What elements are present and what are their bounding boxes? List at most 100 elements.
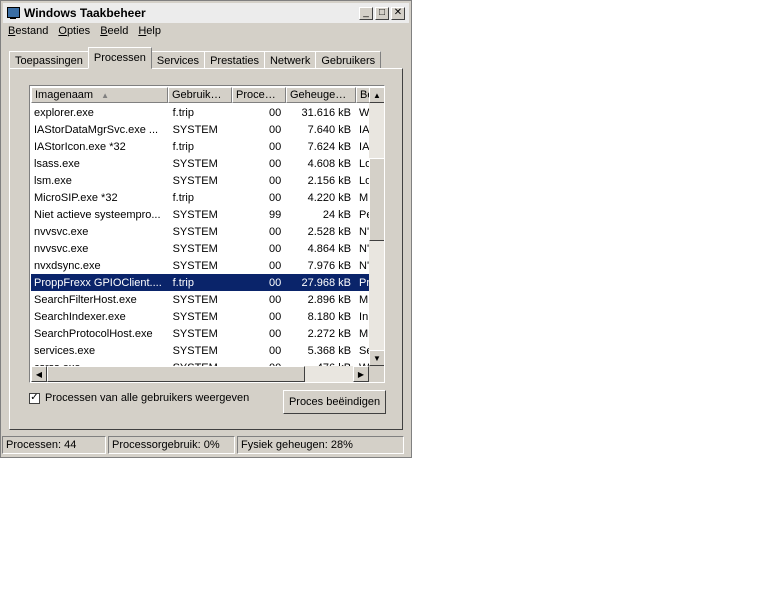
cell-description: IA [359, 123, 369, 136]
cell-cpu: 00 [268, 157, 282, 170]
horizontal-scroll-thumb[interactable] [47, 366, 305, 382]
maximize-button[interactable]: □ [375, 6, 389, 20]
table-row[interactable]: IAStorDataMgrSvc.exe ... SYSTEM 00 7.640 kB… [31, 121, 369, 138]
cell-cpu: 00 [268, 242, 282, 255]
cell-description: Lo [359, 174, 369, 187]
show-all-users-checkbox[interactable]: ✓ [29, 392, 40, 404]
menu-bestand[interactable]: Bestand [3, 25, 53, 41]
window-title: Windows Taakbeheer [24, 6, 146, 20]
tab-gebruikers[interactable]: Gebruikers [315, 51, 382, 69]
column-header-beschrijving[interactable]: Be [356, 87, 370, 103]
cell-cpu: 00 [268, 310, 282, 323]
table-row[interactable]: IAStorIcon.exe *32 f.trip 00 7.624 kB IA [31, 138, 369, 155]
cell-memory: 4.220 kB [307, 191, 352, 204]
cell-user: SYSTEM [172, 327, 218, 340]
horizontal-scrollbar[interactable]: ◀ ▶ [31, 366, 369, 382]
table-row[interactable]: csrss.exeSYSTEM00476 kBW [31, 359, 369, 367]
scroll-left-button[interactable]: ◀ [31, 366, 47, 382]
cell-memory: 31.616 kB [301, 106, 352, 119]
cell-user: f.trip [172, 140, 194, 153]
cell-image-name: nvxdsync.exe [34, 259, 101, 272]
cell-image-name: IAStorIcon.exe *32 [34, 140, 126, 153]
table-row[interactable]: lsm.exe SYSTEM 00 2.156 kB Lo [31, 172, 369, 189]
cell-description: M [359, 293, 369, 306]
scrollbar-corner [369, 366, 384, 382]
close-button[interactable]: ✕ [391, 6, 405, 20]
cell-memory: 2.272 kB [307, 327, 352, 340]
process-list[interactable]: Imagenaam ▲ Gebruik… Proce… Geheuge… Be … [29, 85, 385, 383]
end-process-button[interactable]: Proces beëindigen [283, 390, 386, 414]
cell-image-name: Niet actieve systeempro... [34, 208, 161, 221]
cell-description: Pr [359, 276, 369, 289]
cell-description: M [359, 191, 369, 204]
cell-cpu: 00 [268, 191, 282, 204]
cell-description: N' [359, 259, 369, 272]
cell-user: SYSTEM [172, 293, 218, 306]
cell-user: SYSTEM [172, 123, 218, 136]
cell-memory: 7.976 kB [307, 259, 352, 272]
cell-memory: 27.968 kB [301, 276, 352, 289]
table-row[interactable]: MicroSIP.exe *32 f.trip 00 4.220 kB M [31, 189, 369, 206]
table-row[interactable]: ProppFrexx GPIOClient.... f.trip 00 27.968 … [31, 274, 369, 291]
cell-memory: 5.368 kB [307, 344, 352, 357]
cell-cpu: 00 [268, 344, 282, 357]
tab-toepassingen[interactable]: Toepassingen [9, 51, 89, 69]
menu-beeld[interactable]: Beeld [95, 25, 133, 41]
tab-services[interactable]: Services [150, 51, 206, 69]
table-row[interactable]: explorer.exe f.trip 00 31.616 kB W [31, 104, 369, 121]
column-header-geheugen[interactable]: Geheuge… [286, 87, 356, 103]
tab-prestaties[interactable]: Prestaties [204, 51, 265, 69]
cell-description: W [359, 106, 369, 119]
cell-memory: 7.640 kB [307, 123, 352, 136]
cell-user: SYSTEM [172, 310, 218, 323]
status-cpu-usage: Processorgebruik: 0% [108, 436, 235, 454]
title-bar[interactable]: Windows Taakbeheer _ □ ✕ [3, 3, 409, 23]
cell-description: In [359, 310, 369, 323]
menu-opties[interactable]: Opties [53, 25, 95, 41]
table-row[interactable]: SearchFilterHost.exe SYSTEM 00 2.896 kB M [31, 291, 369, 308]
cell-image-name: IAStorDataMgrSvc.exe ... [34, 123, 159, 136]
cell-image-name: lsass.exe [34, 157, 80, 170]
column-header-imagenaam[interactable]: Imagenaam ▲ [31, 87, 168, 103]
cell-image-name: MicroSIP.exe *32 [34, 191, 118, 204]
show-all-users-label: Processen van alle gebruikers weergeven [45, 392, 250, 404]
vertical-scroll-thumb[interactable] [369, 158, 384, 241]
table-row[interactable]: lsass.exe SYSTEM 00 4.608 kB Lo [31, 155, 369, 172]
cell-description: Pe [359, 208, 369, 221]
table-row[interactable]: nvvsvc.exe SYSTEM 00 4.864 kB N' [31, 240, 369, 257]
cell-memory: 2.156 kB [307, 174, 352, 187]
cell-description: N' [359, 225, 369, 238]
table-row[interactable]: nvvsvc.exe SYSTEM 00 2.528 kB N' [31, 223, 369, 240]
minimize-button[interactable]: _ [359, 6, 373, 20]
process-rows: explorer.exe f.trip 00 31.616 kB W IAStorData… [31, 104, 369, 366]
cell-image-name: nvvsvc.exe [34, 242, 89, 255]
table-row[interactable]: nvxdsync.exe SYSTEM 00 7.976 kB N' [31, 257, 369, 274]
cell-user: f.trip [172, 106, 194, 119]
cell-user: SYSTEM [172, 225, 218, 238]
column-headers: Imagenaam ▲ Gebruik… Proce… Geheuge… Be [31, 87, 370, 103]
table-row[interactable]: SearchIndexer.exe SYSTEM 00 8.180 kB In [31, 308, 369, 325]
column-header-gebruiker[interactable]: Gebruik… [168, 87, 232, 103]
scroll-up-button[interactable]: ▲ [369, 87, 384, 103]
cell-cpu: 00 [268, 174, 282, 187]
cell-image-name: ProppFrexx GPIOClient.... [34, 276, 162, 289]
cell-cpu: 00 [268, 140, 282, 153]
table-row[interactable]: services.exe SYSTEM 00 5.368 kB Se [31, 342, 369, 359]
sort-ascending-icon: ▲ [101, 90, 110, 100]
vertical-scrollbar[interactable]: ▲ ▼ [369, 87, 384, 366]
table-row[interactable]: SearchProtocolHost.exe SYSTEM 00 2.272 kB M [31, 325, 369, 342]
tab-strip: Toepassingen Processen Services Prestati… [9, 47, 382, 69]
column-header-processor[interactable]: Proce… [232, 87, 286, 103]
cell-image-name: SearchFilterHost.exe [34, 293, 137, 306]
cell-user: SYSTEM [172, 208, 218, 221]
cell-description: Lo [359, 157, 369, 170]
scroll-right-button[interactable]: ▶ [353, 366, 369, 382]
show-all-users-option[interactable]: ✓ Processen van alle gebruikers weergeve… [29, 392, 249, 404]
tab-processen[interactable]: Processen [87, 47, 152, 69]
menu-help[interactable]: Help [133, 25, 166, 41]
cell-user: f.trip [172, 276, 194, 289]
tab-netwerk[interactable]: Netwerk [263, 51, 317, 69]
table-row[interactable]: Niet actieve systeempro... SYSTEM 99 24 kB P… [31, 206, 369, 223]
cell-description: N' [359, 242, 369, 255]
scroll-down-button[interactable]: ▼ [369, 350, 384, 366]
